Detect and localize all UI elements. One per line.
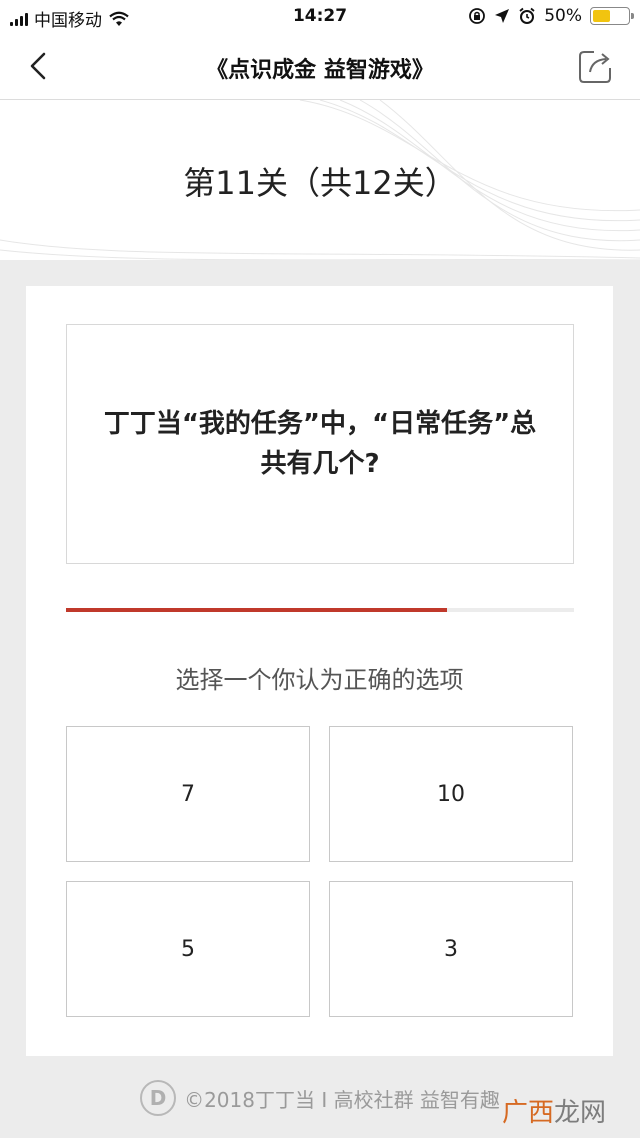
- option-label: 10: [437, 781, 465, 807]
- logo-icon: D: [140, 1080, 177, 1116]
- level-title: 第11关（共12关）: [183, 164, 457, 202]
- alarm-icon: [519, 7, 535, 24]
- option-label: 3: [444, 936, 458, 962]
- question-card: 丁丁当“我的任务”中，“日常任务”总共有几个? 选择一个你认为正确的选项 7 1…: [26, 286, 613, 1056]
- watermark-part1: 广西: [501, 1098, 554, 1128]
- battery-fill: [593, 10, 610, 22]
- option-button[interactable]: 5: [66, 881, 310, 1017]
- option-label: 7: [181, 781, 195, 807]
- battery-icon: [590, 7, 634, 25]
- share-icon[interactable]: [576, 48, 614, 86]
- battery-percent: 50%: [544, 6, 582, 26]
- page-title: 《点识成金 益智游戏》: [206, 58, 434, 83]
- question-text: 丁丁当“我的任务”中，“日常任务”总共有几个?: [103, 409, 537, 479]
- nav-bar: 《点识成金 益智游戏》: [0, 34, 640, 100]
- watermark: 广西龙网: [502, 1092, 606, 1129]
- level-header: 第11关（共12关）: [0, 100, 640, 260]
- watermark-part2: 龙网: [553, 1098, 606, 1128]
- progress-track: [66, 608, 574, 612]
- location-icon: [495, 9, 510, 23]
- status-bar: 中国移动 14:27 50%: [0, 0, 640, 34]
- option-button[interactable]: 3: [329, 881, 573, 1017]
- option-label: 5: [181, 936, 195, 962]
- footer-text: ©2018丁丁当 I 高校社群 益智有趣: [184, 1087, 500, 1112]
- option-button[interactable]: 7: [66, 726, 310, 862]
- rotation-lock-icon: [469, 8, 486, 24]
- progress-fill: [66, 608, 447, 612]
- option-button[interactable]: 10: [329, 726, 573, 862]
- instruction-text: 选择一个你认为正确的选项: [175, 666, 464, 694]
- question-box: 丁丁当“我的任务”中，“日常任务”总共有几个?: [66, 324, 574, 564]
